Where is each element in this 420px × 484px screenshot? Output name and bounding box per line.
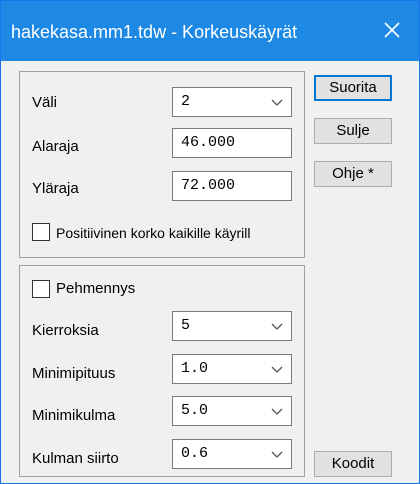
- positive-height-checkbox[interactable]: [32, 223, 50, 241]
- positive-height-label: Positiivinen korko kaikille käyrill: [56, 225, 251, 241]
- angle-shift-value: 0.6: [181, 445, 209, 462]
- min-angle-label: Minimikulma: [32, 407, 116, 424]
- upper-limit-label: Yläraja: [32, 180, 79, 197]
- contour-settings-group: Väli 2 Alaraja 46.000 Yläraja 72.000 Pos…: [19, 71, 305, 258]
- smoothing-label: Pehmennys: [56, 280, 136, 297]
- window-title: hakekasa.mm1.tdw - Korkeuskäyrät: [11, 22, 298, 42]
- lower-limit-input[interactable]: 46.000: [172, 128, 292, 158]
- lower-limit-label: Alaraja: [32, 138, 79, 155]
- angle-shift-label: Kulman siirto: [32, 450, 119, 467]
- chevron-down-icon: [271, 451, 283, 458]
- codes-button[interactable]: Koodit: [314, 451, 392, 477]
- smoothing-group: Pehmennys Kierroksia 5 Minimipituus 1.0 …: [19, 265, 305, 477]
- rounds-dropdown[interactable]: 5: [172, 311, 292, 341]
- upper-limit-input[interactable]: 72.000: [172, 171, 292, 201]
- min-length-label: Minimipituus: [32, 365, 116, 382]
- close-icon[interactable]: [377, 15, 407, 45]
- angle-shift-dropdown[interactable]: 0.6: [172, 439, 292, 469]
- chevron-down-icon: [271, 323, 283, 330]
- rounds-label: Kierroksia: [32, 322, 99, 339]
- interval-dropdown[interactable]: 2: [172, 87, 292, 117]
- smoothing-checkbox[interactable]: [32, 280, 50, 298]
- close-button[interactable]: Sulje: [314, 118, 392, 144]
- min-angle-dropdown[interactable]: 5.0: [172, 396, 292, 426]
- min-length-dropdown[interactable]: 1.0: [172, 354, 292, 384]
- chevron-down-icon: [271, 99, 283, 106]
- chevron-down-icon: [271, 366, 283, 373]
- interval-label: Väli: [32, 94, 58, 111]
- dialog-window: hakekasa.mm1.tdw - Korkeuskäyrät Väli 2 …: [0, 0, 420, 484]
- rounds-value: 5: [181, 317, 191, 334]
- title-bar[interactable]: hakekasa.mm1.tdw - Korkeuskäyrät: [1, 1, 419, 61]
- chevron-down-icon: [271, 408, 283, 415]
- run-button[interactable]: Suorita: [314, 75, 392, 101]
- help-button[interactable]: Ohje *: [314, 161, 392, 187]
- interval-value: 2: [181, 93, 191, 110]
- min-length-value: 1.0: [181, 360, 209, 377]
- min-angle-value: 5.0: [181, 402, 209, 419]
